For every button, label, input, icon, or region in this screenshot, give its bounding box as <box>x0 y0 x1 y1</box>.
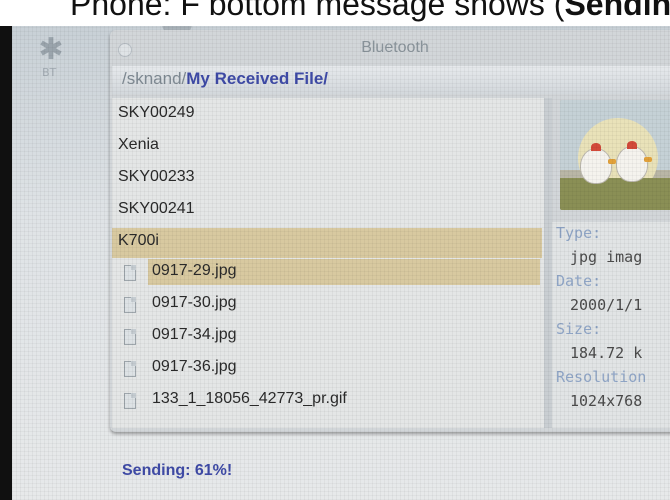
file-name: 0917-34.jpg <box>152 326 237 343</box>
size-label: Size: <box>556 320 602 338</box>
path-folder[interactable]: My Received File/ <box>186 69 328 88</box>
file-name: 0917-36.jpg <box>152 358 237 375</box>
file-name: 0917-29.jpg <box>148 259 540 285</box>
file-icon <box>124 361 136 377</box>
file-name: 133_1_18056_42773_pr.gif <box>152 390 347 407</box>
chick-illustration <box>616 141 652 182</box>
caption-text: Phone: F bottom message shows (Sendin <box>70 0 670 22</box>
image-thumbnail <box>560 100 670 210</box>
folder-row[interactable]: SKY00233 <box>112 164 542 194</box>
type-value: jpg imag <box>570 248 643 266</box>
bluetooth-window: Bluetooth /sknand/My Received File/ SKY0… <box>110 30 670 432</box>
file-info-panel: Type: jpg imag Date: 2000/1/1 Size: 184.… <box>552 222 670 428</box>
file-row[interactable]: 0917-30.jpg <box>112 290 542 320</box>
file-name: 0917-30.jpg <box>152 294 237 311</box>
file-icon <box>124 393 136 409</box>
folder-row[interactable]: SKY00241 <box>112 196 542 226</box>
file-row[interactable]: 133_1_18056_42773_pr.gif <box>112 386 542 416</box>
date-value: 2000/1/1 <box>570 296 643 314</box>
file-row-selected[interactable]: 0917-29.jpg <box>112 258 542 288</box>
window-title: Bluetooth <box>361 39 429 56</box>
chick-illustration <box>580 143 616 184</box>
bluetooth-icon[interactable]: ✱ <box>36 30 66 70</box>
sending-status: Sending: 61%! <box>122 462 233 479</box>
folder-label: SKY00241 <box>118 200 195 217</box>
folder-label: SKY00233 <box>118 168 195 185</box>
folder-label: Xenia <box>118 136 159 153</box>
resolution-label: Resolution <box>556 368 647 386</box>
folder-row[interactable]: Xenia <box>112 132 542 162</box>
folder-label: K700i <box>118 232 159 249</box>
current-path: /sknand/My Received File/ <box>122 69 328 89</box>
type-label: Type: <box>556 224 602 242</box>
bt-label: BT <box>42 66 57 79</box>
resolution-value: 1024x768 <box>570 392 643 410</box>
file-icon <box>124 265 136 281</box>
phone-screen: ✱ BT Bluetooth /sknand/My Received File/… <box>12 26 670 500</box>
file-row[interactable]: 0917-34.jpg <box>112 322 542 352</box>
file-row[interactable]: 0917-36.jpg <box>112 354 542 384</box>
path-bar: /sknand/My Received File/ <box>112 66 670 94</box>
file-icon <box>124 329 136 345</box>
folder-row[interactable]: SKY00249 <box>112 100 542 130</box>
size-value: 184.72 k <box>570 344 643 362</box>
photo-caption-strip: Phone: F bottom message shows (Sendin <box>0 0 670 26</box>
folder-row-selected[interactable]: K700i <box>112 228 542 258</box>
path-prefix: /sknand/ <box>122 69 187 88</box>
folder-label: SKY00249 <box>118 104 195 121</box>
pane-divider[interactable] <box>544 98 552 428</box>
file-list: SKY00249 Xenia SKY00233 SKY00241 K700i 0… <box>112 98 544 428</box>
date-label: Date: <box>556 272 602 290</box>
file-icon <box>124 297 136 313</box>
title-bar: Bluetooth <box>110 32 670 62</box>
